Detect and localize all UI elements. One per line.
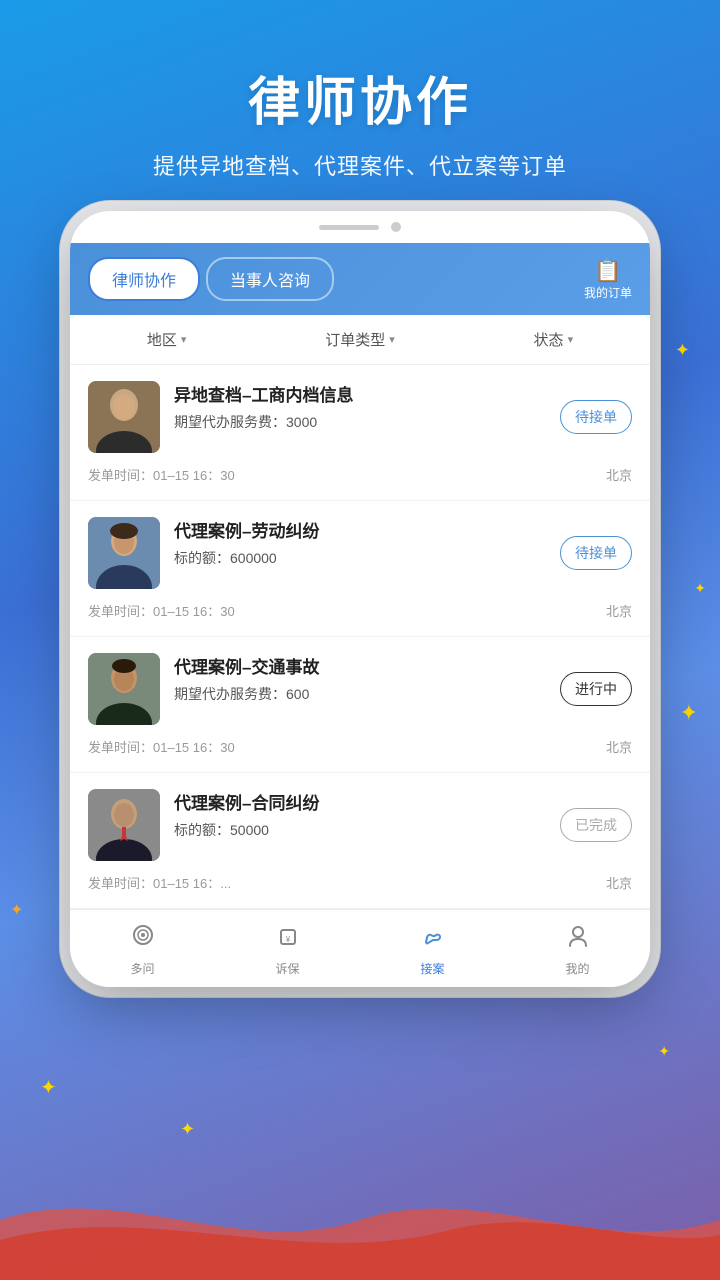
case-card-1[interactable]: 代理案例–劳动纠纷 标的额：600000 待接单 发单时间：01–15 16：3… bbox=[70, 501, 650, 637]
status-btn-3[interactable]: 已完成 bbox=[560, 808, 632, 842]
case-location-2: 北京 bbox=[606, 737, 632, 756]
status-btn-2[interactable]: 进行中 bbox=[560, 672, 632, 706]
case-title-2: 代理案例–交通事故 bbox=[174, 653, 546, 678]
avatar-2 bbox=[88, 653, 160, 725]
case-status-2: 进行中 bbox=[560, 672, 632, 706]
tab-group: 律师协作 当事人咨询 bbox=[88, 257, 334, 301]
ask-icon bbox=[70, 922, 215, 957]
nav-sue[interactable]: ¥ 诉保 bbox=[215, 910, 360, 987]
tab-client-consult[interactable]: 当事人咨询 bbox=[206, 257, 334, 301]
case-detail-2: 期望代办服务费：600 bbox=[174, 684, 546, 704]
case-card-3[interactable]: 代理案例–合同纠纷 标的额：50000 已完成 发单时间：01–15 16：..… bbox=[70, 773, 650, 909]
case-info-2: 代理案例–交通事故 期望代办服务费：600 bbox=[174, 653, 546, 704]
case-card-2[interactable]: 代理案例–交通事故 期望代办服务费：600 进行中 发单时间：01–15 16：… bbox=[70, 637, 650, 773]
sue-icon: ¥ bbox=[215, 922, 360, 957]
case-detail-3: 标的额：50000 bbox=[174, 820, 546, 840]
case-location-1: 北京 bbox=[606, 601, 632, 620]
nav-ask[interactable]: 多问 bbox=[70, 910, 215, 987]
case-location-3: 北京 bbox=[606, 873, 632, 892]
app-header: 律师协作 当事人咨询 📋 我的订单 bbox=[70, 243, 650, 315]
nav-mine[interactable]: 我的 bbox=[505, 910, 650, 987]
case-info-0: 异地查档–工商内档信息 期望代办服务费：3000 bbox=[174, 381, 546, 432]
region-chevron-icon: ▾ bbox=[181, 333, 187, 346]
case-location-0: 北京 bbox=[606, 465, 632, 484]
case-meta-0: 发单时间：01–15 16：30 北京 bbox=[88, 465, 632, 484]
case-time-1: 发单时间：01–15 16：30 bbox=[88, 601, 235, 620]
nav-sue-label: 诉保 bbox=[215, 960, 360, 977]
case-list: 异地查档–工商内档信息 期望代办服务费：3000 待接单 发单时间：01–15 … bbox=[70, 365, 650, 909]
order-icon: 📋 bbox=[584, 258, 632, 284]
case-status-0: 待接单 bbox=[560, 400, 632, 434]
case-meta-1: 发单时间：01–15 16：30 北京 bbox=[88, 601, 632, 620]
nav-mine-label: 我的 bbox=[505, 960, 650, 977]
status-btn-0[interactable]: 待接单 bbox=[560, 400, 632, 434]
order-type-filter[interactable]: 订单类型 ▾ bbox=[263, 315, 456, 364]
header-section: 律师协作 提供异地查档、代理案件、代立案等订单 bbox=[0, 0, 720, 211]
case-status-1: 待接单 bbox=[560, 536, 632, 570]
status-btn-1[interactable]: 待接单 bbox=[560, 536, 632, 570]
case-title-3: 代理案例–合同纠纷 bbox=[174, 789, 546, 814]
my-orders-btn[interactable]: 📋 我的订单 bbox=[584, 258, 632, 301]
case-detail-1: 标的额：600000 bbox=[174, 548, 546, 568]
case-info-1: 代理案例–劳动纠纷 标的额：600000 bbox=[174, 517, 546, 568]
case-meta-2: 发单时间：01–15 16：30 北京 bbox=[88, 737, 632, 756]
status-label: 状态 bbox=[534, 329, 564, 350]
my-orders-label: 我的订单 bbox=[584, 286, 632, 300]
bottom-nav: 多问 ¥ 诉保 接案 bbox=[70, 909, 650, 987]
notch-line bbox=[319, 225, 379, 230]
region-filter[interactable]: 地区 ▾ bbox=[70, 315, 263, 364]
case-time-0: 发单时间：01–15 16：30 bbox=[88, 465, 235, 484]
accept-icon bbox=[360, 922, 505, 957]
mine-icon bbox=[505, 922, 650, 957]
case-detail-0: 期望代办服务费：3000 bbox=[174, 412, 546, 432]
nav-ask-label: 多问 bbox=[70, 960, 215, 977]
page-title: 律师协作 bbox=[40, 60, 680, 135]
page-subtitle: 提供异地查档、代理案件、代立案等订单 bbox=[40, 149, 680, 181]
status-filter[interactable]: 状态 ▾ bbox=[457, 315, 650, 364]
order-type-label: 订单类型 bbox=[325, 329, 385, 350]
avatar-3 bbox=[88, 789, 160, 861]
order-type-chevron-icon: ▾ bbox=[389, 333, 395, 346]
avatar-0 bbox=[88, 381, 160, 453]
case-info-3: 代理案例–合同纠纷 标的额：50000 bbox=[174, 789, 546, 840]
region-label: 地区 bbox=[147, 329, 177, 350]
nav-accept[interactable]: 接案 bbox=[360, 910, 505, 987]
case-status-3: 已完成 bbox=[560, 808, 632, 842]
avatar-1 bbox=[88, 517, 160, 589]
notch-dot bbox=[391, 222, 401, 232]
case-time-3: 发单时间：01–15 16：... bbox=[88, 873, 231, 892]
tab-lawyer-collab[interactable]: 律师协作 bbox=[88, 257, 200, 301]
nav-accept-label: 接案 bbox=[360, 960, 505, 977]
case-title-1: 代理案例–劳动纠纷 bbox=[174, 517, 546, 542]
status-chevron-icon: ▾ bbox=[568, 333, 574, 346]
case-card-0[interactable]: 异地查档–工商内档信息 期望代办服务费：3000 待接单 发单时间：01–15 … bbox=[70, 365, 650, 501]
case-time-2: 发单时间：01–15 16：30 bbox=[88, 737, 235, 756]
case-meta-3: 发单时间：01–15 16：... 北京 bbox=[88, 873, 632, 892]
phone-mockup: 律师协作 当事人咨询 📋 我的订单 地区 ▾ 订单类型 ▾ 状态 ▾ bbox=[0, 211, 720, 987]
case-title-0: 异地查档–工商内档信息 bbox=[174, 381, 546, 406]
phone-notch bbox=[70, 211, 650, 243]
phone-frame: 律师协作 当事人咨询 📋 我的订单 地区 ▾ 订单类型 ▾ 状态 ▾ bbox=[70, 211, 650, 987]
filter-bar: 地区 ▾ 订单类型 ▾ 状态 ▾ bbox=[70, 315, 650, 365]
svg-text:¥: ¥ bbox=[284, 935, 290, 944]
